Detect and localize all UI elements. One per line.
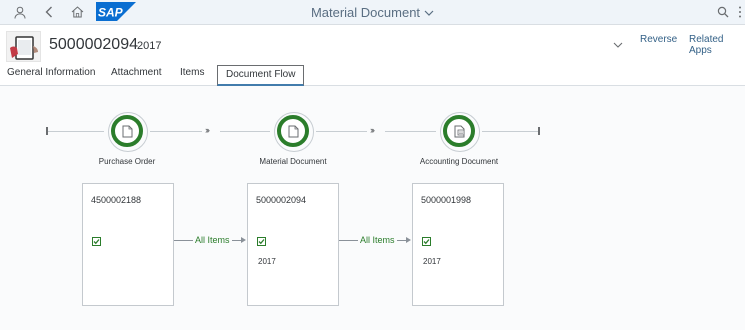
- document-icon: [122, 125, 133, 138]
- flow-line: [48, 131, 104, 132]
- flow-arrows-icon: ›››: [370, 125, 375, 135]
- object-header: 5000002094 2017 Reverse Related Apps Gen…: [0, 25, 745, 86]
- connector-arrow-icon: [241, 237, 246, 243]
- card-year: 2017: [423, 257, 441, 266]
- flow-node-label: Purchase Order: [98, 157, 156, 166]
- checkbox-icon: [422, 237, 431, 246]
- document-icon: [288, 125, 299, 138]
- app-title-menu[interactable]: Material Document: [0, 4, 745, 20]
- flow-node-accounting-document[interactable]: [440, 112, 480, 152]
- flow-line: [150, 131, 202, 132]
- search-icon[interactable]: [714, 3, 732, 21]
- document-card[interactable]: 4500002188: [82, 183, 174, 306]
- flow-node-label: Accounting Document: [419, 157, 499, 166]
- flow-line: [482, 131, 538, 132]
- card-document-number: 5000001998: [421, 195, 472, 205]
- chevron-down-icon: [424, 4, 434, 19]
- card-document-number: 4500002188: [91, 195, 142, 205]
- connector-arrow-icon: [406, 237, 411, 243]
- accounting-document-icon: [454, 125, 465, 138]
- flow-arrows-icon: ›››: [205, 125, 210, 135]
- document-number: 5000002094: [49, 36, 138, 53]
- flow-node-material-document[interactable]: [274, 112, 314, 152]
- shell-bar: SAP Material Document: [0, 0, 745, 25]
- flow-line: [385, 131, 436, 132]
- all-items-link[interactable]: All Items: [358, 235, 397, 245]
- flow-node-purchase-order[interactable]: [108, 112, 148, 152]
- related-apps-button[interactable]: Related Apps: [689, 34, 745, 56]
- checkbox-icon: [257, 237, 266, 246]
- document-card[interactable]: 5000001998 2017: [412, 183, 504, 306]
- all-items-link[interactable]: All Items: [193, 235, 232, 245]
- flow-line: [220, 131, 270, 132]
- document-year: 2017: [137, 40, 162, 52]
- document-card[interactable]: 5000002094 2017: [247, 183, 339, 306]
- card-document-number: 5000002094: [256, 195, 307, 205]
- flow-line: [316, 131, 367, 132]
- tab-attachment[interactable]: Attachment: [111, 67, 162, 78]
- tab-document-flow[interactable]: Document Flow: [217, 65, 305, 86]
- tab-items[interactable]: Items: [180, 67, 204, 78]
- flow-end-marker: [538, 127, 540, 135]
- object-image: [6, 31, 41, 62]
- checkbox-icon: [92, 237, 101, 246]
- flow-node-label: Material Document: [259, 157, 327, 166]
- reverse-button[interactable]: Reverse: [640, 34, 677, 45]
- header-expand-icon[interactable]: [613, 35, 623, 53]
- tab-general-information[interactable]: General Information: [7, 67, 95, 78]
- card-year: 2017: [258, 257, 276, 266]
- app-title: Material Document: [310, 5, 421, 20]
- more-icon[interactable]: [735, 3, 745, 21]
